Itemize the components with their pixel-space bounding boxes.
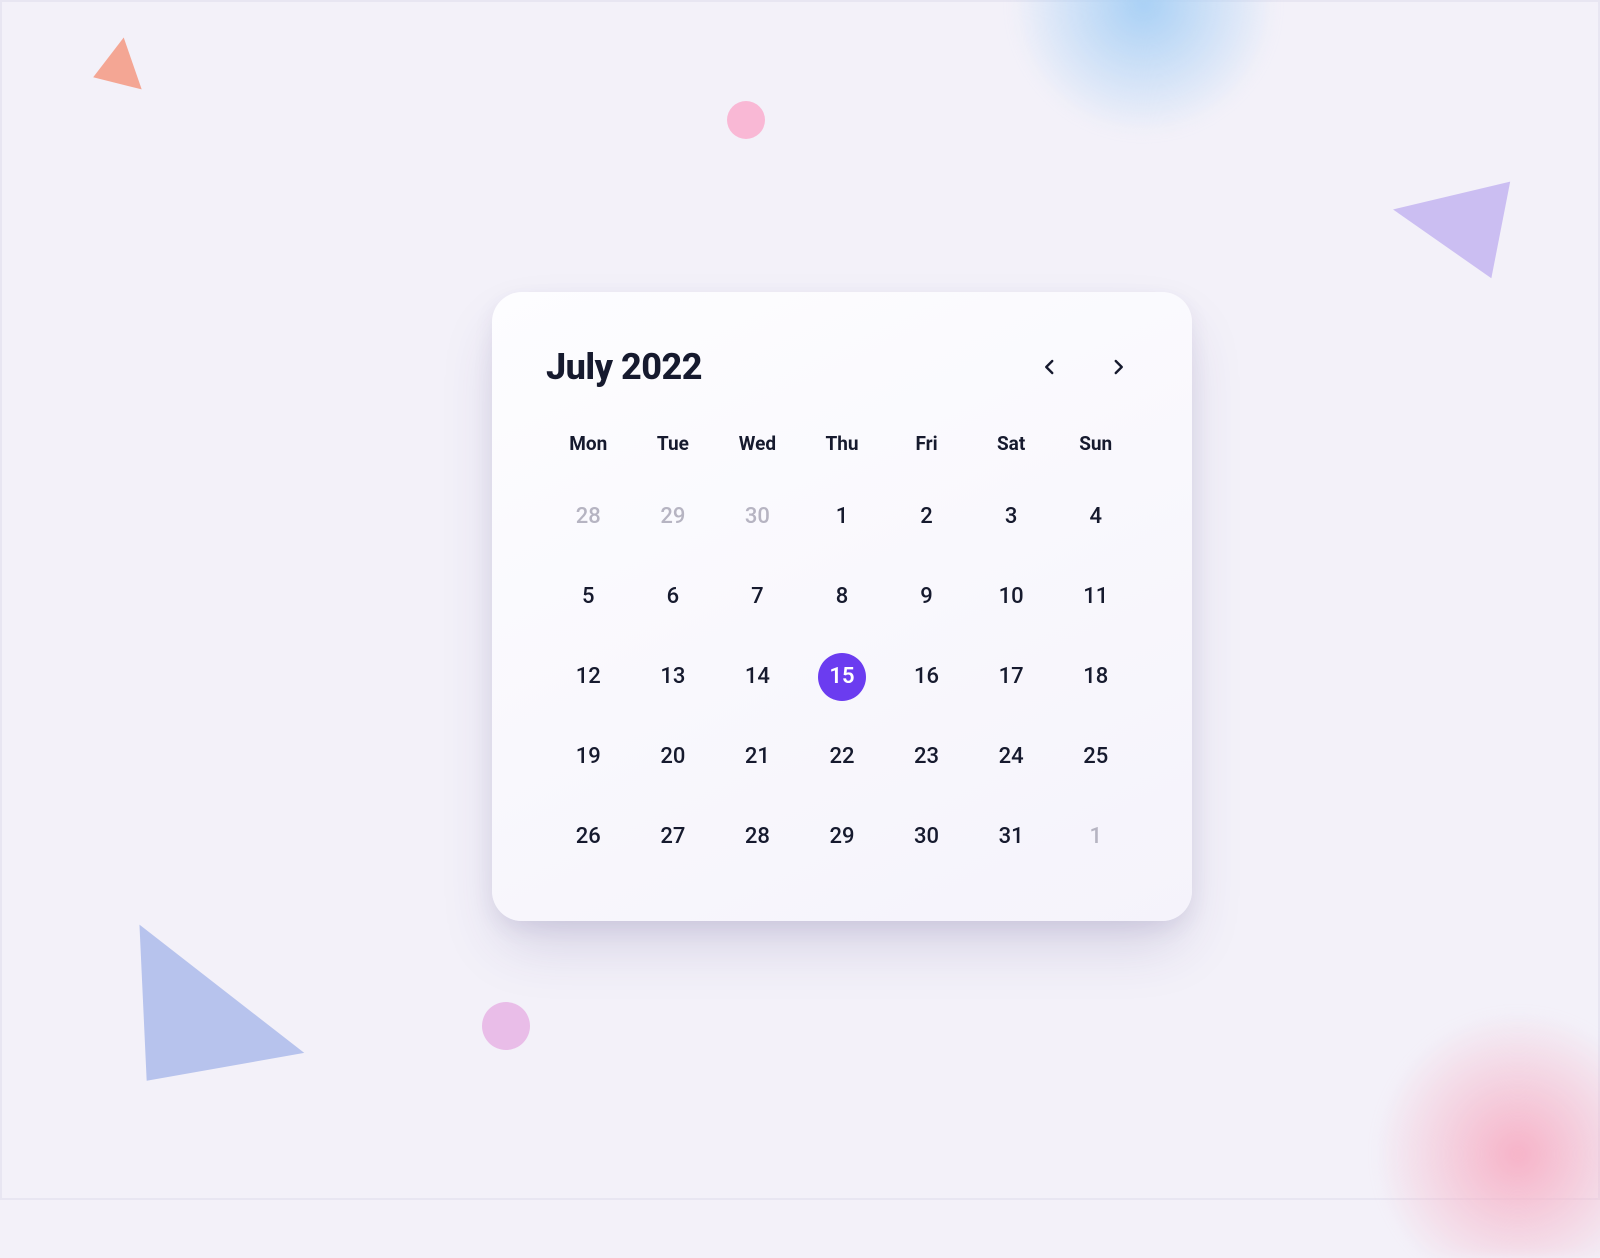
calendar-day[interactable]: 23 [903, 733, 951, 781]
prev-month-button[interactable] [1030, 347, 1070, 387]
weekday-label: Sun [1053, 432, 1138, 455]
calendar-title: July 2022 [546, 346, 702, 388]
calendar-day[interactable]: 7 [733, 573, 781, 621]
decor-circle-pink [727, 101, 765, 139]
decor-triangle-salmon [93, 33, 153, 90]
calendar-nav [1030, 347, 1138, 387]
weekday-label: Mon [546, 432, 631, 455]
calendar-day[interactable]: 31 [987, 813, 1035, 861]
calendar-day[interactable]: 19 [564, 733, 612, 781]
decor-blur-pink [1338, 998, 1600, 1258]
calendar-day-other-month[interactable]: 29 [649, 493, 697, 541]
weekday-row: Mon Tue Wed Thu Fri Sat Sun [546, 432, 1138, 455]
decor-triangle-blue [120, 900, 304, 1080]
calendar-day[interactable]: 25 [1072, 733, 1120, 781]
calendar-day[interactable]: 30 [903, 813, 951, 861]
calendar-day[interactable]: 11 [1072, 573, 1120, 621]
weekday-label: Thu [800, 432, 885, 455]
calendar-day[interactable]: 3 [987, 493, 1035, 541]
calendar-week-row: 12 13 14 15 16 17 18 [546, 637, 1138, 717]
calendar-day[interactable]: 21 [733, 733, 781, 781]
calendar-day[interactable]: 18 [1072, 653, 1120, 701]
calendar-day[interactable]: 4 [1072, 493, 1120, 541]
calendar-day[interactable]: 28 [733, 813, 781, 861]
calendar-week-row: 28 29 30 1234 [546, 477, 1138, 557]
calendar-week-row: 26 27 28 29 30 31 1 [546, 797, 1138, 877]
calendar-day[interactable]: 17 [987, 653, 1035, 701]
calendar-week-row: 56789 10 11 [546, 557, 1138, 637]
calendar-day[interactable]: 24 [987, 733, 1035, 781]
calendar-week-row: 19 20 21 22 23 24 25 [546, 717, 1138, 797]
calendar-day-other-month[interactable]: 1 [1072, 813, 1120, 861]
calendar-day[interactable]: 1 [818, 493, 866, 541]
calendar-day[interactable]: 9 [903, 573, 951, 621]
next-month-button[interactable] [1098, 347, 1138, 387]
weekday-label: Wed [715, 432, 800, 455]
calendar-day-other-month[interactable]: 28 [564, 493, 612, 541]
calendar-day[interactable]: 26 [564, 813, 612, 861]
calendar-day-selected[interactable]: 15 [818, 653, 866, 701]
calendar-grid: 2829301234567891011121314151617181920212… [546, 477, 1138, 877]
weekday-label: Tue [631, 432, 716, 455]
calendar-day[interactable]: 6 [649, 573, 697, 621]
calendar-day[interactable]: 14 [733, 653, 781, 701]
calendar-day-other-month[interactable]: 30 [733, 493, 781, 541]
chevron-right-icon [1109, 353, 1127, 381]
decor-blur-blue [984, 0, 1319, 171]
calendar-card: July 2022 Mon Tue Wed Thu Fri Sat Sun 28… [492, 292, 1192, 921]
calendar-header: July 2022 [546, 346, 1138, 388]
decor-circle-mauve [482, 1002, 530, 1050]
weekday-label: Fri [884, 432, 969, 455]
calendar-day[interactable]: 12 [564, 653, 612, 701]
calendar-day[interactable]: 10 [987, 573, 1035, 621]
calendar-day[interactable]: 22 [818, 733, 866, 781]
calendar-day[interactable]: 13 [649, 653, 697, 701]
chevron-left-icon [1041, 353, 1059, 381]
calendar-day[interactable]: 8 [818, 573, 866, 621]
calendar-day[interactable]: 5 [564, 573, 612, 621]
calendar-day[interactable]: 2 [903, 493, 951, 541]
calendar-day[interactable]: 29 [818, 813, 866, 861]
calendar-day[interactable]: 20 [649, 733, 697, 781]
calendar-day[interactable]: 16 [903, 653, 951, 701]
calendar-day[interactable]: 27 [649, 813, 697, 861]
weekday-label: Sat [969, 432, 1054, 455]
decor-triangle-lavender [1393, 136, 1543, 279]
